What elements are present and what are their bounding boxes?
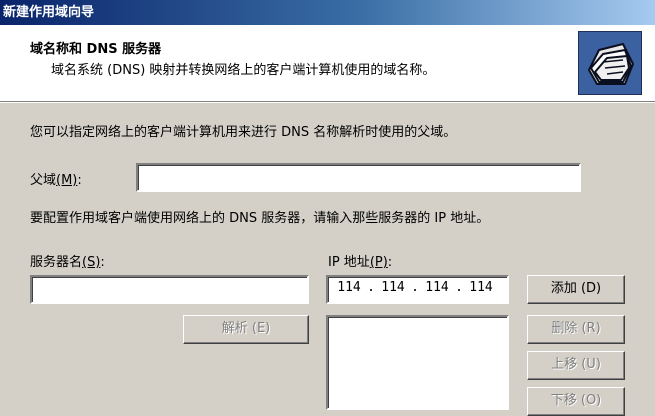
config-text: 要配置作用域客户端使用网络上的 DNS 服务器，请输入那些服务器的 IP 地址。 <box>30 211 490 226</box>
ip-address-label: IP 地址(P): <box>328 255 393 270</box>
wizard-header: 域名称和 DNS 服务器 域名系统 (DNS) 映射并转换网络上的客户端计算机使… <box>0 25 655 102</box>
window-title: 新建作用域向导 <box>3 5 95 20</box>
ip-address-input[interactable]: 114. 114. 114. 114 <box>326 275 509 304</box>
ip-octet-4[interactable]: 114 <box>466 277 496 299</box>
ip-octet-2[interactable]: 114 <box>378 277 408 299</box>
ip-octet-3[interactable]: 114 <box>422 277 452 299</box>
parent-domain-label: 父域(M): <box>30 173 82 188</box>
window-title-bar: 新建作用域向导 <box>0 0 655 25</box>
parent-domain-input[interactable] <box>136 163 581 192</box>
remove-button[interactable]: 删除 (R) <box>527 315 625 344</box>
server-name-input[interactable] <box>30 275 309 304</box>
server-name-label: 服务器名(S): <box>30 255 105 270</box>
add-button[interactable]: 添加 (D) <box>527 275 625 304</box>
dns-server-list[interactable] <box>326 315 509 410</box>
move-down-button[interactable]: 下移 (O) <box>527 387 625 416</box>
header-divider <box>0 102 655 103</box>
move-up-button[interactable]: 上移 (U) <box>527 351 625 380</box>
header-subtitle: 域名系统 (DNS) 映射并转换网络上的客户端计算机使用的域名称。 <box>51 63 436 78</box>
ip-octet-1[interactable]: 114 <box>334 277 364 299</box>
resolve-button[interactable]: 解析 (E) <box>183 315 309 344</box>
header-title: 域名称和 DNS 服务器 <box>30 42 162 57</box>
intro-text: 您可以指定网络上的客户端计算机用来进行 DNS 名称解析时使用的父域。 <box>30 125 457 140</box>
folder-icon <box>578 31 642 95</box>
